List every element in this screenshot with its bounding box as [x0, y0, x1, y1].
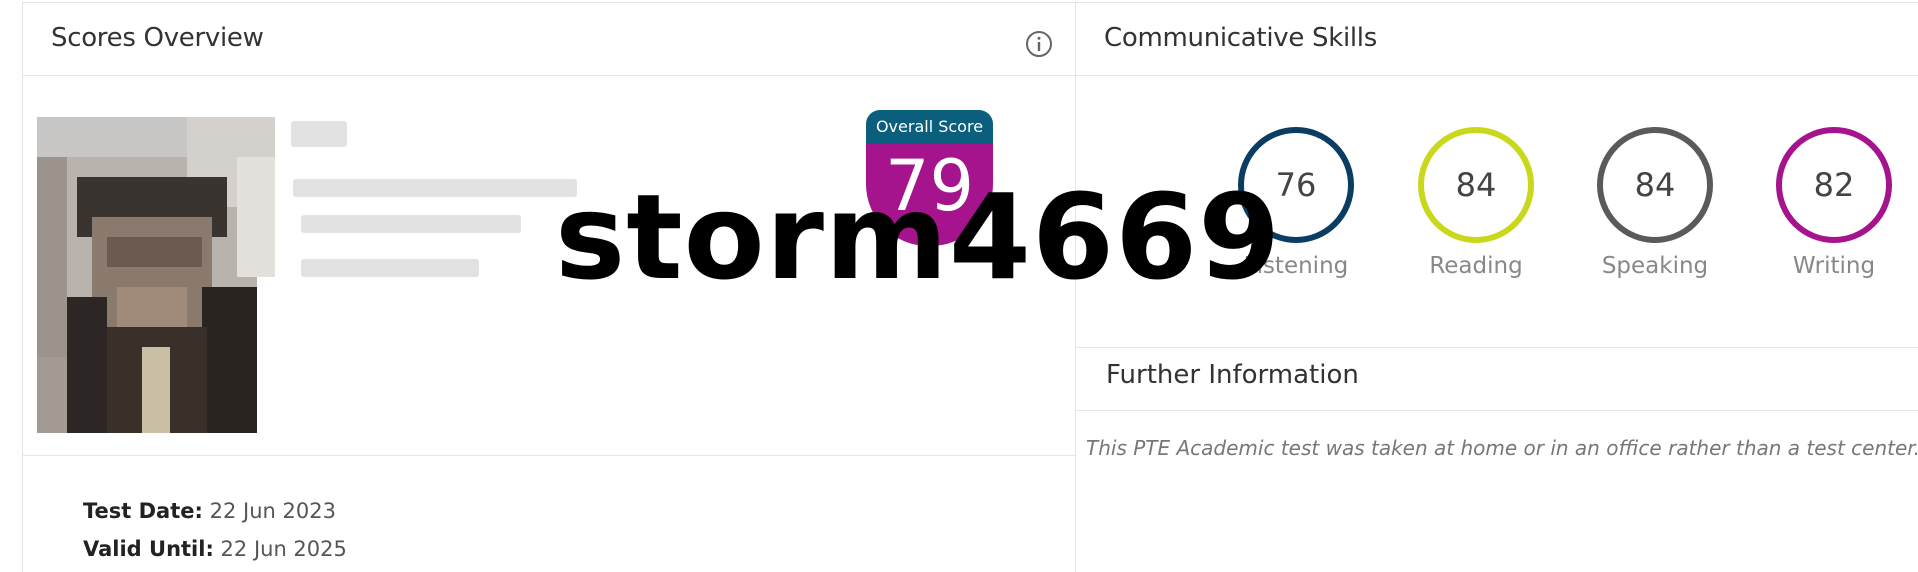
blurred-detail	[301, 259, 479, 277]
candidate-photo	[37, 117, 275, 433]
score-report-page: Scores Overview Overall Score 79 Test Da…	[0, 0, 1918, 572]
skill-writing: 82 Writing	[1764, 127, 1904, 279]
skill-reading: 84 Reading	[1406, 127, 1546, 279]
scores-overview-header: Scores Overview	[23, 3, 1075, 76]
blurred-detail	[293, 179, 577, 197]
reading-score-ring: 84	[1418, 127, 1534, 243]
divider	[23, 455, 1075, 456]
valid-until-value: 22 Jun 2025	[220, 537, 347, 561]
test-date-value: 22 Jun 2023	[209, 499, 336, 523]
communicative-skills-header: Communicative Skills	[1076, 3, 1918, 76]
blurred-detail	[301, 215, 521, 233]
watermark-text: storm4669	[555, 168, 1282, 306]
communicative-skills-title: Communicative Skills	[1104, 23, 1377, 53]
speaking-score-ring: 84	[1597, 127, 1713, 243]
scores-overview-title: Scores Overview	[51, 23, 264, 53]
blurred-name	[291, 121, 347, 147]
skill-speaking: 84 Speaking	[1585, 127, 1725, 279]
writing-label: Writing	[1792, 253, 1876, 279]
further-information-header: Further Information	[1076, 347, 1918, 411]
further-information-title: Further Information	[1106, 360, 1359, 390]
valid-until-row: Valid Until: 22 Jun 2025	[83, 537, 347, 561]
valid-until-label: Valid Until:	[83, 537, 214, 561]
speaking-label: Speaking	[1601, 253, 1709, 279]
writing-score-ring: 82	[1776, 127, 1892, 243]
reading-label: Reading	[1429, 253, 1523, 279]
test-date-row: Test Date: 22 Jun 2023	[83, 499, 336, 523]
info-circle-icon[interactable]	[1025, 30, 1053, 58]
test-date-label: Test Date:	[83, 499, 203, 523]
overall-score-label: Overall Score	[866, 110, 993, 144]
further-information-text: This PTE Academic test was taken at home…	[1086, 436, 1918, 460]
